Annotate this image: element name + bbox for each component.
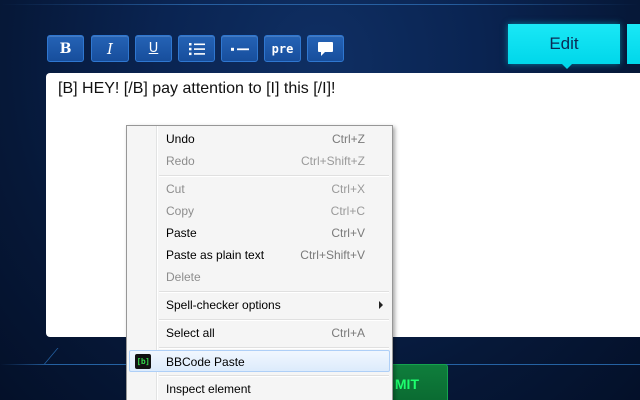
- tab-edit-pointer: [562, 64, 572, 69]
- menu-item-label: Delete: [166, 270, 201, 284]
- menu-item-inspect-element[interactable]: Inspect element: [129, 378, 390, 400]
- menu-item-shortcut: Ctrl+Z: [332, 132, 365, 146]
- submenu-arrow-icon: [379, 301, 383, 309]
- bbcode-icon: [b]: [135, 354, 151, 369]
- menu-item-bbcode-paste[interactable]: [b] BBCode Paste: [129, 350, 390, 372]
- menu-item-label: Cut: [166, 182, 185, 196]
- underline-button[interactable]: U: [135, 35, 172, 62]
- horizontal-rule-button[interactable]: [221, 35, 258, 62]
- italic-button-label: I: [107, 39, 113, 58]
- menu-item-shortcut: Ctrl+C: [330, 204, 365, 218]
- menu-separator: [159, 347, 389, 349]
- menu-item-select-all[interactable]: Select all Ctrl+A: [129, 322, 390, 344]
- menu-item-label: Copy: [166, 204, 195, 218]
- menu-item-shortcut: Ctrl+A: [331, 326, 365, 340]
- background-top-line: [0, 4, 640, 5]
- menu-item-paste-plain-text[interactable]: Paste as plain text Ctrl+Shift+V: [129, 244, 390, 266]
- menu-separator: [159, 319, 389, 321]
- menu-item-copy[interactable]: Copy Ctrl+C: [129, 200, 390, 222]
- menu-item-cut[interactable]: Cut Ctrl+X: [129, 178, 390, 200]
- menu-item-paste[interactable]: Paste Ctrl+V: [129, 222, 390, 244]
- menu-item-label: Undo: [166, 132, 195, 146]
- menu-item-label: Select all: [166, 326, 215, 340]
- menu-item-label: Redo: [166, 154, 195, 168]
- menu-item-label: BBCode Paste: [166, 355, 245, 369]
- menu-item-spell-checker[interactable]: Spell-checker options: [129, 294, 390, 316]
- tab-preview[interactable]: [627, 24, 640, 64]
- menu-item-shortcut: Ctrl+Shift+V: [300, 248, 365, 262]
- menu-separator: [159, 175, 389, 177]
- tab-edit-label: Edit: [549, 34, 579, 53]
- context-menu: Undo Ctrl+Z Redo Ctrl+Shift+Z Cut Ctrl+X…: [126, 125, 393, 400]
- preformatted-button-label: pre: [271, 41, 294, 56]
- menu-item-label: Spell-checker options: [166, 298, 281, 312]
- menu-separator: [159, 375, 389, 377]
- bold-button[interactable]: B: [47, 35, 84, 62]
- menu-item-undo[interactable]: Undo Ctrl+Z: [129, 128, 390, 150]
- menu-item-label: Inspect element: [166, 382, 251, 396]
- bold-button-label: B: [59, 40, 72, 57]
- menu-item-delete[interactable]: Delete: [129, 266, 390, 288]
- menu-item-shortcut: Ctrl+V: [331, 226, 365, 240]
- menu-item-label: Paste as plain text: [166, 248, 265, 262]
- tab-edit[interactable]: Edit: [508, 24, 620, 64]
- horizontal-rule-icon: [230, 47, 249, 51]
- italic-button[interactable]: I: [91, 35, 129, 62]
- list-button[interactable]: [178, 35, 215, 62]
- editor-text: [B] HEY! [/B] pay attention to [I] this …: [58, 80, 336, 97]
- submit-button-label: MIT: [394, 376, 419, 392]
- quote-button[interactable]: [307, 35, 344, 62]
- speech-bubble-icon: [318, 41, 333, 56]
- preformatted-button[interactable]: pre: [264, 35, 301, 62]
- underline-button-label: U: [148, 41, 159, 56]
- menu-item-label: Paste: [166, 226, 197, 240]
- menu-separator: [159, 291, 389, 293]
- menu-item-shortcut: Ctrl+X: [331, 182, 365, 196]
- list-icon: [188, 42, 205, 55]
- menu-item-shortcut: Ctrl+Shift+Z: [300, 154, 365, 168]
- menu-item-redo[interactable]: Redo Ctrl+Shift+Z: [129, 150, 390, 172]
